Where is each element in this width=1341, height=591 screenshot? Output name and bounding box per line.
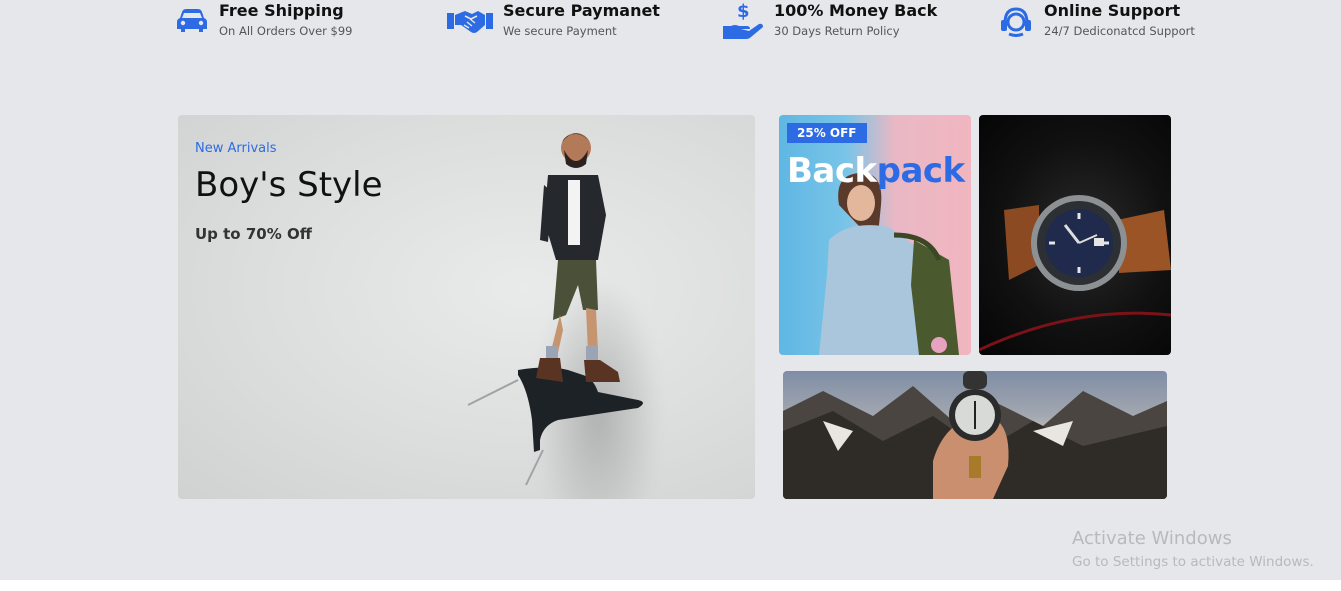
feature-title: Online Support — [1044, 1, 1181, 20]
banner-compass[interactable] — [783, 371, 1167, 499]
hero-title: Boy's Style — [195, 165, 383, 205]
hero-subtitle: Up to 70% Off — [195, 225, 312, 243]
discount-badge: 25% OFF — [787, 123, 867, 143]
car-icon — [175, 4, 209, 38]
watermark-subtitle: Go to Settings to activate Windows. — [1072, 554, 1314, 570]
feature-money-back: $ 100% Money Back 30 Days Return Policy — [721, 0, 937, 50]
feature-title: Free Shipping — [219, 1, 344, 20]
feature-title: Secure Paymanet — [503, 1, 660, 20]
hero-banner-boys-style[interactable]: New Arrivals Boy's Style Up to 70% Off — [178, 115, 755, 499]
feature-subtitle: 30 Days Return Policy — [774, 24, 900, 38]
banner-backpack[interactable]: 25% OFF Backpack — [779, 115, 971, 355]
feature-free-shipping: Free Shipping On All Orders Over $99 — [175, 0, 353, 50]
svg-text:$: $ — [737, 1, 750, 22]
feature-subtitle: 24/7 Dediconatcd Support — [1044, 24, 1195, 38]
windows-activation-watermark: Activate Windows Go to Settings to activ… — [1072, 528, 1314, 570]
banner-watch[interactable] — [979, 115, 1171, 355]
feature-subtitle: On All Orders Over $99 — [219, 24, 353, 38]
backpack-headline: Backpack — [787, 151, 965, 191]
handshake-icon — [446, 4, 493, 38]
hero-model-image — [467, 133, 643, 486]
feature-secure-payment: Secure Paymanet We secure Payment — [446, 0, 660, 50]
dollar-hand-icon: $ — [721, 0, 764, 40]
backpack-model-image — [819, 172, 959, 355]
compass-image — [783, 371, 1167, 499]
backpack-headline-part1: Back — [787, 151, 877, 191]
headset-icon — [998, 4, 1034, 38]
backpack-headline-part2: pack — [876, 151, 966, 191]
watch-image — [979, 195, 1171, 352]
watermark-title: Activate Windows — [1072, 528, 1232, 549]
feature-subtitle: We secure Payment — [503, 24, 617, 38]
feature-title: 100% Money Back — [774, 1, 938, 20]
hero-eyebrow: New Arrivals — [195, 141, 277, 156]
feature-online-support: Online Support 24/7 Dediconatcd Support — [998, 0, 1195, 50]
